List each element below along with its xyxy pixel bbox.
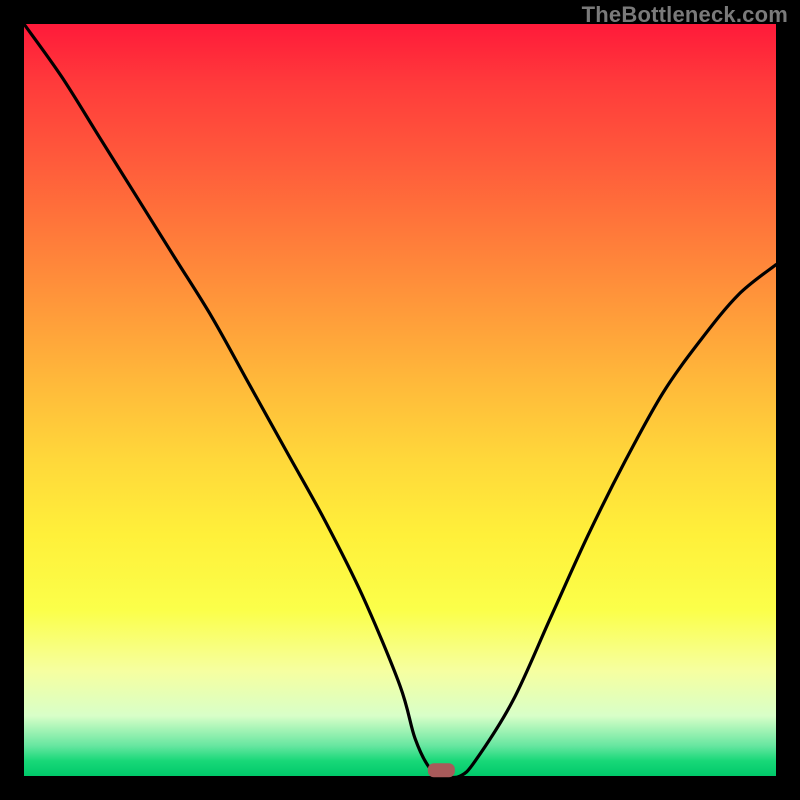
chart-frame: TheBottleneck.com — [0, 0, 800, 800]
bottleneck-curve — [24, 24, 776, 777]
minimum-marker — [428, 763, 455, 777]
plot-area — [24, 24, 776, 776]
curve-layer — [24, 24, 776, 776]
